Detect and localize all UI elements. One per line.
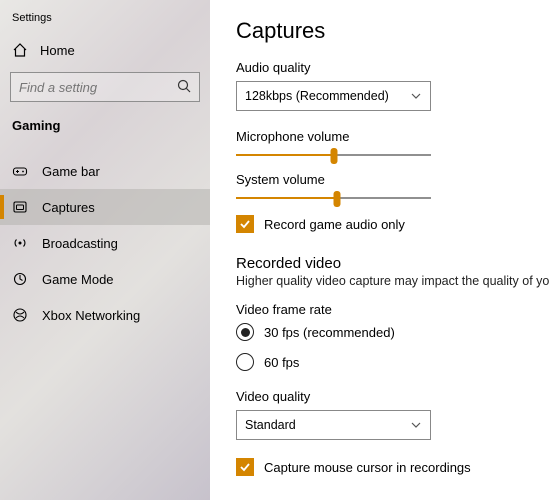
sidebar-item-label: Game Mode: [42, 272, 114, 287]
sys-volume-slider[interactable]: [236, 197, 431, 199]
recorded-video-heading: Recorded video: [236, 255, 550, 272]
recorded-video-desc: Higher quality video capture may impact …: [236, 274, 550, 288]
mic-volume-label: Microphone volume: [236, 129, 550, 144]
home-nav[interactable]: Home: [0, 34, 210, 66]
home-icon: [12, 42, 28, 58]
sidebar-item-label: Xbox Networking: [42, 308, 140, 323]
broadcast-icon: [12, 235, 28, 251]
sidebar-item-game-bar[interactable]: Game bar: [0, 153, 210, 189]
radio-selected-icon: [236, 323, 254, 341]
sys-volume-label: System volume: [236, 172, 550, 187]
frame-rate-60-label: 60 fps: [264, 355, 299, 370]
sidebar-item-label: Game bar: [42, 164, 100, 179]
sidebar-item-broadcasting[interactable]: Broadcasting: [0, 225, 210, 261]
sidebar-item-label: Captures: [42, 200, 95, 215]
capture-cursor-label: Capture mouse cursor in recordings: [264, 460, 471, 475]
sidebar-item-label: Broadcasting: [42, 236, 118, 251]
frame-rate-30[interactable]: 30 fps (recommended): [236, 323, 550, 341]
record-audio-only-label: Record game audio only: [264, 217, 405, 232]
video-quality-value: Standard: [245, 418, 296, 432]
xbox-icon: [12, 307, 28, 323]
capture-cursor-checkbox[interactable]: Capture mouse cursor in recordings: [236, 458, 550, 476]
audio-quality-value: 128kbps (Recommended): [245, 89, 389, 103]
nav-list: Game bar Captures Broadcasting Game Mode: [0, 143, 210, 333]
window-title: Settings: [0, 8, 210, 34]
chevron-down-icon: [410, 90, 422, 102]
home-label: Home: [40, 43, 75, 58]
sidebar-item-captures[interactable]: Captures: [0, 189, 210, 225]
frame-rate-60[interactable]: 60 fps: [236, 353, 550, 371]
category-label: Gaming: [0, 114, 210, 143]
video-quality-label: Video quality: [236, 389, 550, 404]
main-panel: Captures Audio quality 128kbps (Recommen…: [210, 0, 550, 500]
audio-quality-select[interactable]: 128kbps (Recommended): [236, 81, 431, 111]
chevron-down-icon: [410, 419, 422, 431]
sidebar: Settings Home Gaming Game bar: [0, 0, 210, 500]
search-input[interactable]: [10, 72, 200, 102]
record-audio-only-checkbox[interactable]: Record game audio only: [236, 215, 550, 233]
frame-rate-30-label: 30 fps (recommended): [264, 325, 395, 340]
gamebar-icon: [12, 163, 28, 179]
audio-quality-label: Audio quality: [236, 60, 550, 75]
page-title: Captures: [236, 18, 550, 44]
search-box[interactable]: [10, 72, 200, 102]
frame-rate-label: Video frame rate: [236, 302, 550, 317]
sidebar-item-xbox-networking[interactable]: Xbox Networking: [0, 297, 210, 333]
radio-unselected-icon: [236, 353, 254, 371]
gamemode-icon: [12, 271, 28, 287]
mic-volume-slider[interactable]: [236, 154, 431, 156]
captures-icon: [12, 199, 28, 215]
video-quality-select[interactable]: Standard: [236, 410, 431, 440]
checkbox-checked-icon: [236, 215, 254, 233]
sidebar-item-game-mode[interactable]: Game Mode: [0, 261, 210, 297]
checkbox-checked-icon: [236, 458, 254, 476]
